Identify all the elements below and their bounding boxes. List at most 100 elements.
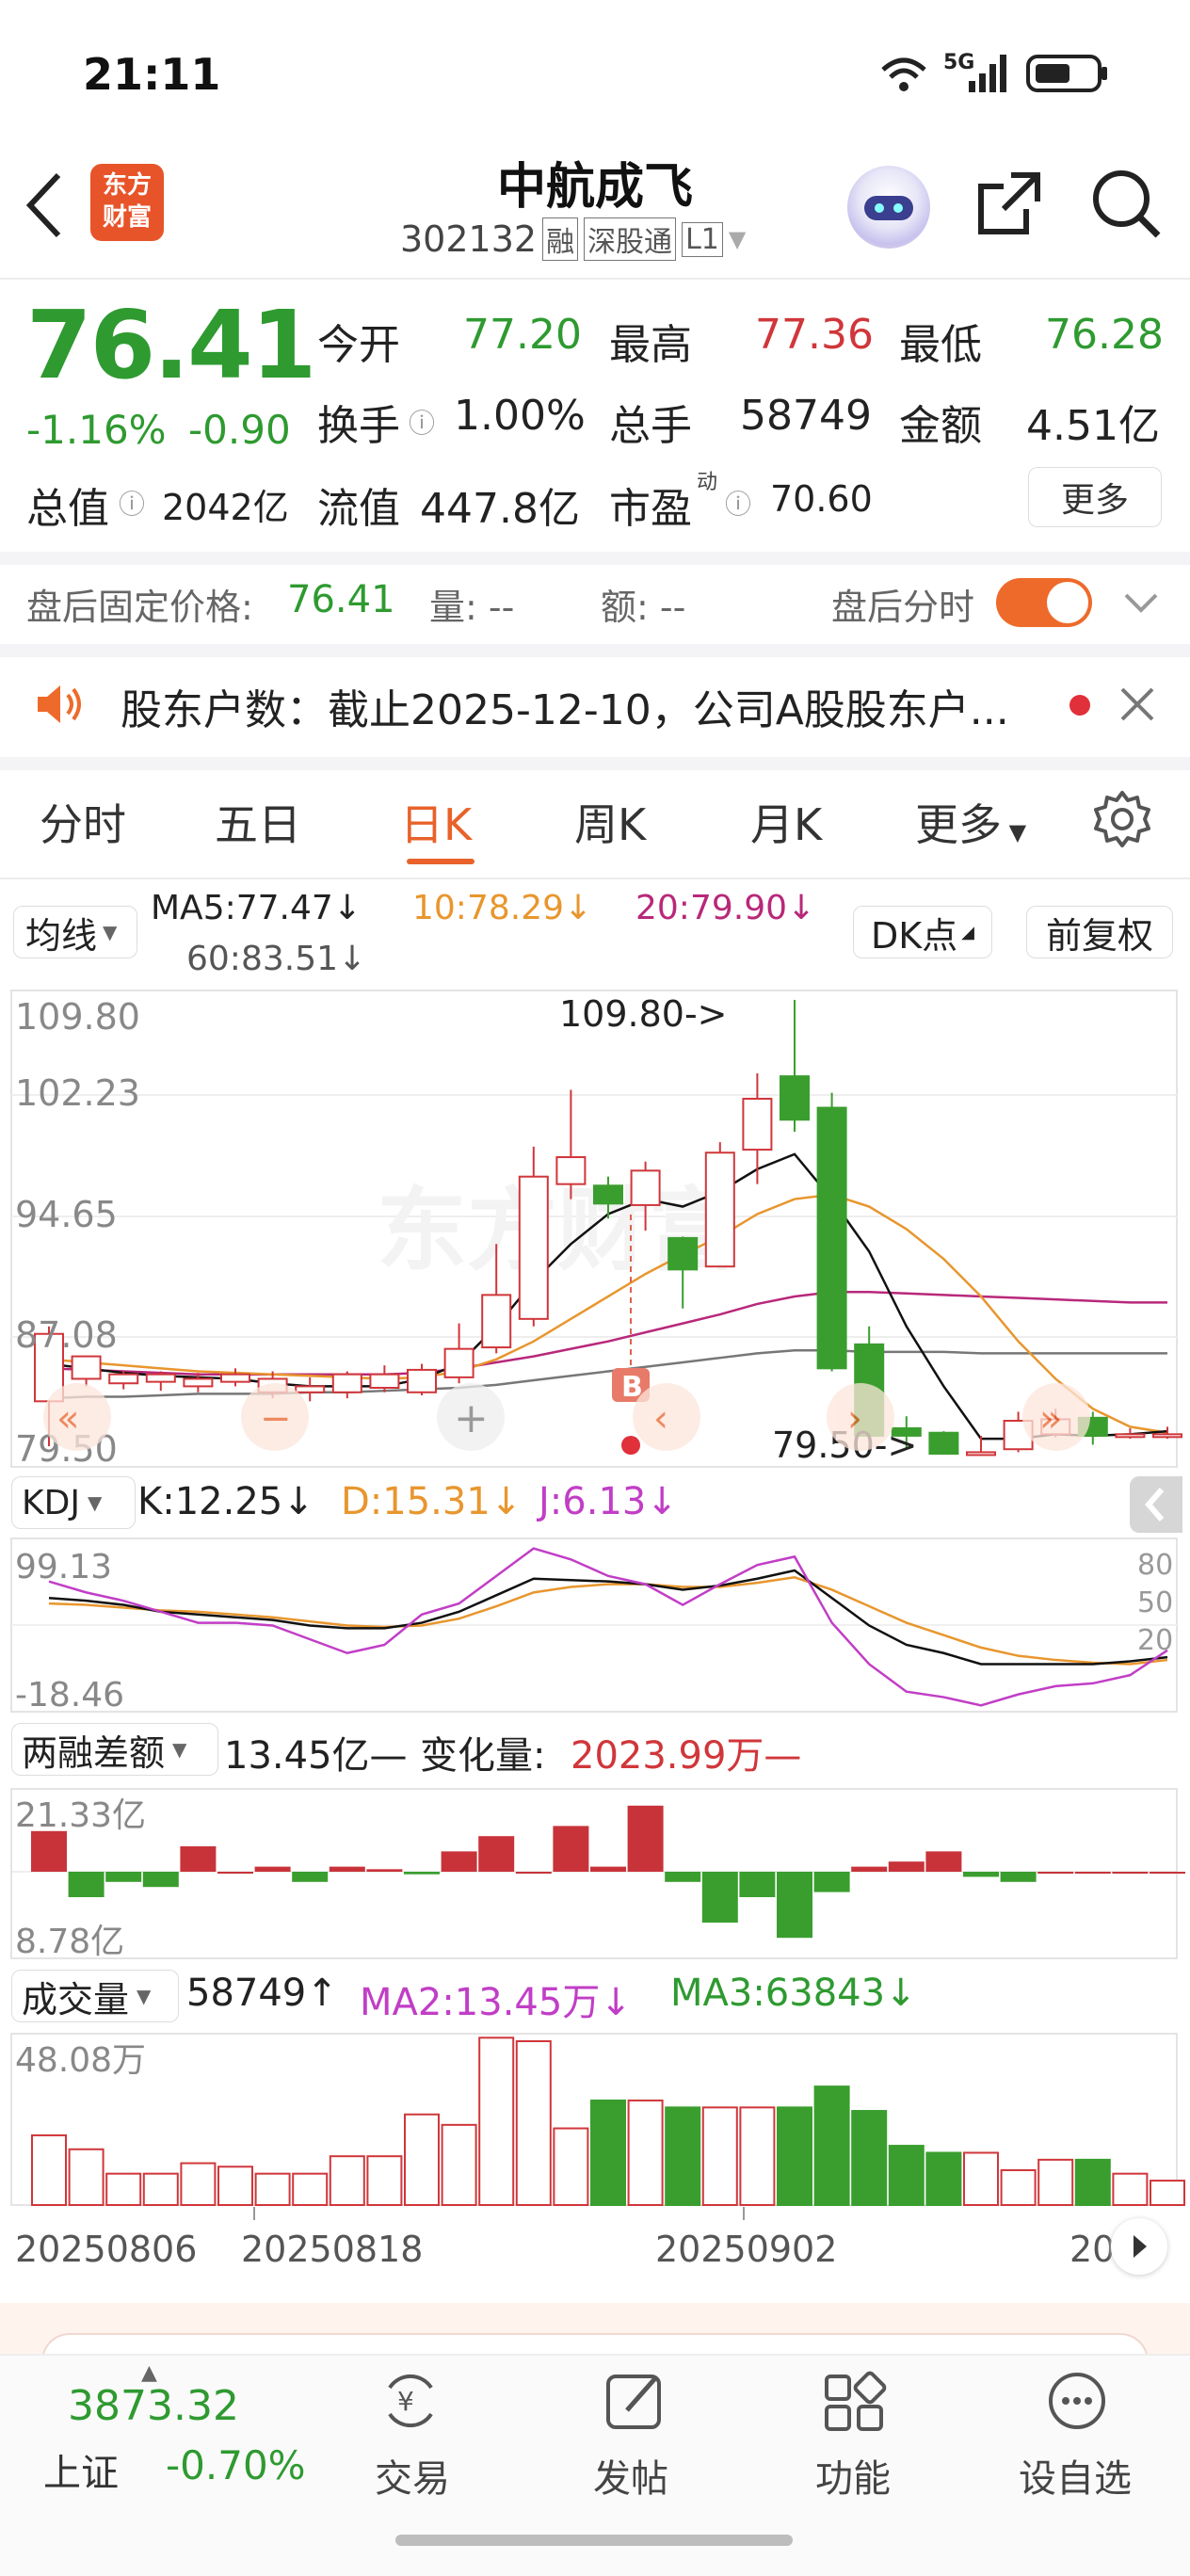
margin-bar <box>590 1866 626 1872</box>
amount-value: 4.51亿 <box>1026 402 1160 450</box>
change-amount: -0.90 <box>188 407 291 453</box>
volume-bar <box>851 2110 888 2206</box>
afterhours-volume: 量: -- <box>429 587 515 628</box>
assistant-avatar[interactable] <box>847 166 930 249</box>
candle-body <box>1152 1433 1182 1439</box>
turnover-value: 1.00% <box>454 392 586 440</box>
info-icon[interactable]: ⓘ <box>409 403 435 441</box>
candle-body <box>742 1097 773 1151</box>
margin-bar <box>217 1872 253 1874</box>
volume-bar <box>478 2037 515 2206</box>
nav-watchlist[interactable]: 设自选 <box>1019 2448 1132 2503</box>
nav-trade[interactable]: 交易 <box>375 2448 450 2503</box>
ma10-value: 10:78.29↓ <box>412 889 593 927</box>
margin-bar <box>701 1872 738 1923</box>
ma-selector[interactable]: 均线 ▼ <box>13 906 137 958</box>
float-label: 流值 <box>317 485 400 533</box>
high-marker: 109.80-> <box>559 993 728 1035</box>
ma20-value: 20:79.90↓ <box>635 889 816 927</box>
margin-bar <box>777 1872 812 1939</box>
margin-selector[interactable]: 两融差额 ▼ <box>11 1723 218 1776</box>
kdj-j: J:6.13↓ <box>539 1480 678 1523</box>
kdj-selector[interactable]: KDJ ▼ <box>11 1476 136 1529</box>
notice-text[interactable]: 股东户数：截止2025-12-10，公司A股股东户... <box>121 676 1009 736</box>
margin-bar <box>627 1805 664 1872</box>
nav-functions[interactable]: 功能 <box>815 2448 891 2503</box>
margin-bar <box>888 1861 925 1872</box>
candle-body <box>407 1368 437 1393</box>
volume-bar <box>105 2172 142 2206</box>
margin-bar <box>1074 1872 1111 1874</box>
search-icon[interactable] <box>1088 166 1164 241</box>
date-1: 20250806 <box>15 2229 197 2270</box>
adjust-price-button[interactable]: 前复权 <box>1026 906 1173 958</box>
more-button[interactable]: 更多 <box>1028 467 1162 527</box>
tab-5day[interactable]: 五日 <box>215 791 301 853</box>
nav-post[interactable]: 发帖 <box>593 2448 668 2503</box>
volume-bar <box>1000 2168 1037 2206</box>
settings-gear-icon[interactable] <box>1092 789 1152 849</box>
margin-bar <box>142 1872 179 1888</box>
candle-body <box>966 1451 996 1457</box>
date-3: 20250902 <box>655 2229 837 2270</box>
margin-bar <box>1112 1872 1149 1874</box>
mktcap-label: 总值 <box>26 485 109 533</box>
kdj-r80: 80 <box>1137 1549 1173 1582</box>
ma20-line <box>48 1290 1167 1376</box>
afterhours-amount: 额: -- <box>601 587 686 628</box>
index-value[interactable]: 3873.32 <box>68 2382 239 2430</box>
margin-ymin: 8.78亿 <box>15 1923 124 1961</box>
info-icon[interactable]: ⓘ <box>725 484 751 522</box>
share-icon[interactable] <box>973 168 1045 239</box>
stock-charts[interactable]: 东方财富 109.80 102.23 94.65 87.08 79.50 109… <box>0 979 1190 2297</box>
open-label: 今开 <box>317 321 400 369</box>
tab-more[interactable]: 更多 ▼ <box>915 791 1026 853</box>
volume-bar <box>1037 2158 1074 2206</box>
margin-bar <box>963 1872 999 1877</box>
tab-daily-k[interactable]: 日K <box>400 791 472 853</box>
post-icon[interactable] <box>601 2367 668 2435</box>
volume-bar <box>701 2106 738 2206</box>
volume-bar <box>217 2165 253 2206</box>
candle-body <box>816 1106 847 1370</box>
home-indicator <box>395 2535 793 2546</box>
info-icon[interactable]: ⓘ <box>119 484 145 522</box>
pe-label: 市盈 <box>609 485 692 533</box>
candle-body <box>518 1175 549 1320</box>
date-4: 20 <box>1069 2229 1115 2270</box>
high-value: 77.36 <box>755 311 874 359</box>
candle-body <box>704 1151 735 1268</box>
kline-y3: 94.65 <box>15 1194 118 1235</box>
margin-bar <box>254 1866 291 1872</box>
watchlist-more-icon[interactable] <box>1043 2367 1111 2435</box>
candle-body <box>593 1184 623 1205</box>
scroll-right-button[interactable] <box>1111 2218 1167 2275</box>
svg-text:«: « <box>56 1397 79 1441</box>
tab-intraday[interactable]: 分时 <box>40 791 126 853</box>
trade-icon[interactable]: ¥ <box>377 2367 444 2435</box>
tag-connect: 深股通 <box>584 217 677 261</box>
change-pct: -1.16% <box>26 407 167 453</box>
stock-code-row[interactable]: 302132 融 深股通 L1 ▼ <box>400 215 746 264</box>
volume-bar <box>142 2172 179 2206</box>
tab-weekly-k[interactable]: 周K <box>574 791 646 853</box>
functions-icon[interactable] <box>821 2367 889 2435</box>
dropdown-caret-icon: ▼ <box>728 226 747 252</box>
tag-margin: 融 <box>542 217 579 261</box>
date-2: 20250818 <box>241 2229 423 2270</box>
close-icon[interactable] <box>1117 684 1158 725</box>
volume-bar <box>68 2148 105 2206</box>
kdj-r20: 20 <box>1137 1624 1173 1657</box>
kdj-ymin: -18.46 <box>15 1676 124 1715</box>
expand-chevron-icon[interactable] <box>1122 586 1160 620</box>
afterhours-toggle[interactable] <box>996 578 1092 627</box>
tag-l1: L1 <box>682 221 723 257</box>
kdj_j-line <box>48 1547 1168 1707</box>
candle-body <box>1115 1433 1146 1439</box>
volume-selector[interactable]: 成交量 ▼ <box>11 1970 179 2022</box>
volume-bar <box>329 2155 365 2206</box>
speaker-icon <box>34 680 87 729</box>
collapse-side-button[interactable] <box>1130 1476 1182 1533</box>
tab-monthly-k[interactable]: 月K <box>750 791 822 853</box>
dk-point-button[interactable]: DK点 ◢ <box>853 906 992 958</box>
